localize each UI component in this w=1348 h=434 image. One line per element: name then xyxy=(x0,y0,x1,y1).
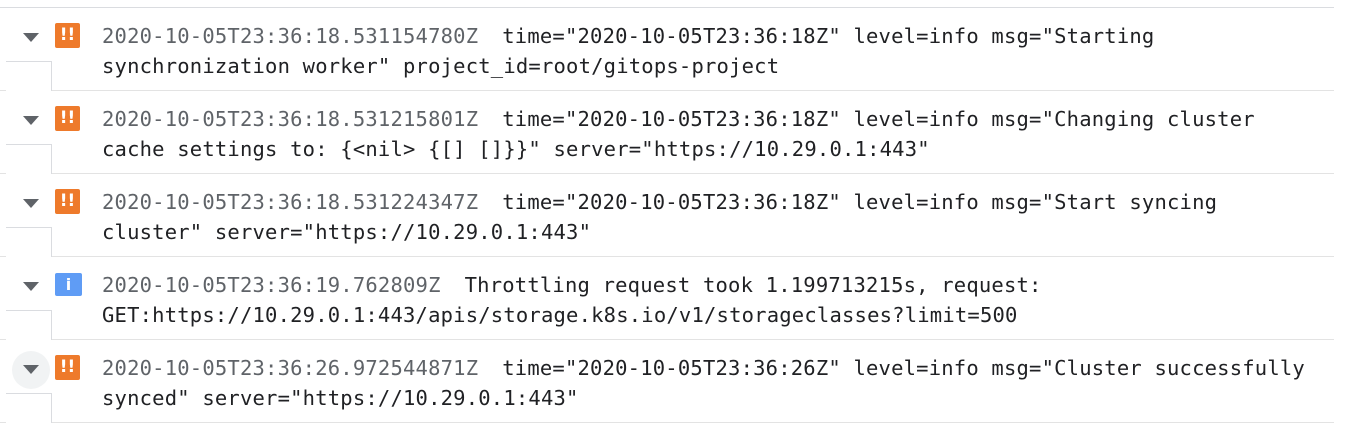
chevron-down-icon[interactable] xyxy=(21,113,41,127)
log-entry-gutter xyxy=(6,227,52,257)
log-entry-gutter xyxy=(6,393,52,423)
log-entry-gutter xyxy=(6,144,52,174)
log-timestamp: 2020-10-05T23:36:18.531224347Z xyxy=(102,190,479,214)
log-timestamp: 2020-10-05T23:36:18.531215801Z xyxy=(102,107,479,131)
log-entry-gutter xyxy=(6,61,52,91)
info-severity-icon: i xyxy=(55,273,82,296)
chevron-down-icon[interactable] xyxy=(21,279,41,293)
log-timestamp: 2020-10-05T23:36:18.531154780Z xyxy=(102,24,479,48)
chevron-down-icon[interactable] xyxy=(21,30,41,44)
log-viewer-top-edge xyxy=(0,0,1334,8)
log-timestamp: 2020-10-05T23:36:26.972544871Z xyxy=(102,356,479,380)
log-entry[interactable]: !! 2020-10-05T23:36:18.531154780Z time="2… xyxy=(0,8,1334,91)
log-entry-text: 2020-10-05T23:36:18.531224347Z time="2020… xyxy=(102,187,1322,247)
log-entry[interactable]: !! 2020-10-05T23:36:18.531224347Z time="2… xyxy=(0,174,1334,257)
log-entry-list: !! 2020-10-05T23:36:18.531154780Z time="2… xyxy=(0,8,1334,423)
log-entry[interactable]: !! 2020-10-05T23:36:26.972544871Z time="2… xyxy=(0,340,1334,423)
log-entry-text: 2020-10-05T23:36:19.762809Z Throttling re… xyxy=(102,270,1322,330)
log-timestamp: 2020-10-05T23:36:19.762809Z xyxy=(102,273,441,297)
log-entry[interactable]: !! 2020-10-05T23:36:18.531215801Z time="2… xyxy=(0,91,1334,174)
chevron-down-icon[interactable] xyxy=(21,362,41,376)
log-entry-gutter xyxy=(6,310,52,340)
warning-severity-icon: !! xyxy=(55,106,80,131)
warning-severity-icon: !! xyxy=(55,189,80,214)
log-entry-text: 2020-10-05T23:36:18.531215801Z time="2020… xyxy=(102,104,1322,164)
warning-severity-icon: !! xyxy=(55,23,80,48)
log-entry-text: 2020-10-05T23:36:26.972544871Z time="2020… xyxy=(102,353,1322,413)
log-entry[interactable]: i 2020-10-05T23:36:19.762809Z Throttling … xyxy=(0,257,1334,340)
warning-severity-icon: !! xyxy=(55,355,80,380)
chevron-down-icon[interactable] xyxy=(21,196,41,210)
log-entry-text: 2020-10-05T23:36:18.531154780Z time="2020… xyxy=(102,21,1322,81)
